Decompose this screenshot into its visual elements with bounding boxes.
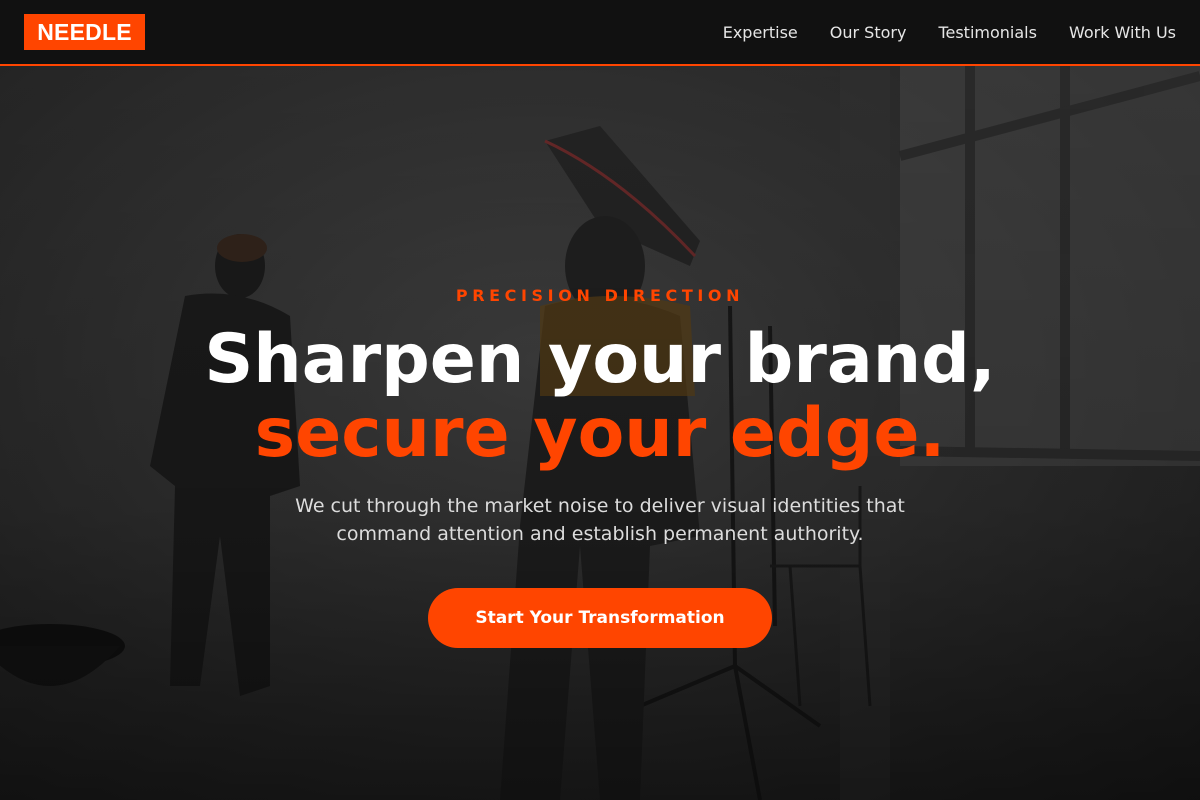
main-nav: Expertise Our Story Testimonials Work Wi… [691,23,1176,42]
nav-link-work-with-us[interactable]: Work With Us [1069,23,1176,42]
start-transformation-button[interactable]: Start Your Transformation [428,588,772,648]
nav-link-testimonials[interactable]: Testimonials [938,23,1037,42]
logo[interactable]: NEEDLE [24,14,145,50]
hero-eyebrow: PRECISION DIRECTION [455,286,745,305]
hero-headline-line1: Sharpen your brand, [204,320,996,399]
nav-link-expertise[interactable]: Expertise [723,23,798,42]
nav-link-our-story[interactable]: Our Story [830,23,907,42]
hero-content: PRECISION DIRECTION Sharpen your brand, … [0,66,1200,800]
hero-section: PRECISION DIRECTION Sharpen your brand, … [0,66,1200,800]
site-header: NEEDLE Expertise Our Story Testimonials … [0,0,1200,66]
hero-headline-line2: secure your edge. [254,394,946,473]
hero-subtitle: We cut through the market noise to deliv… [295,495,905,545]
